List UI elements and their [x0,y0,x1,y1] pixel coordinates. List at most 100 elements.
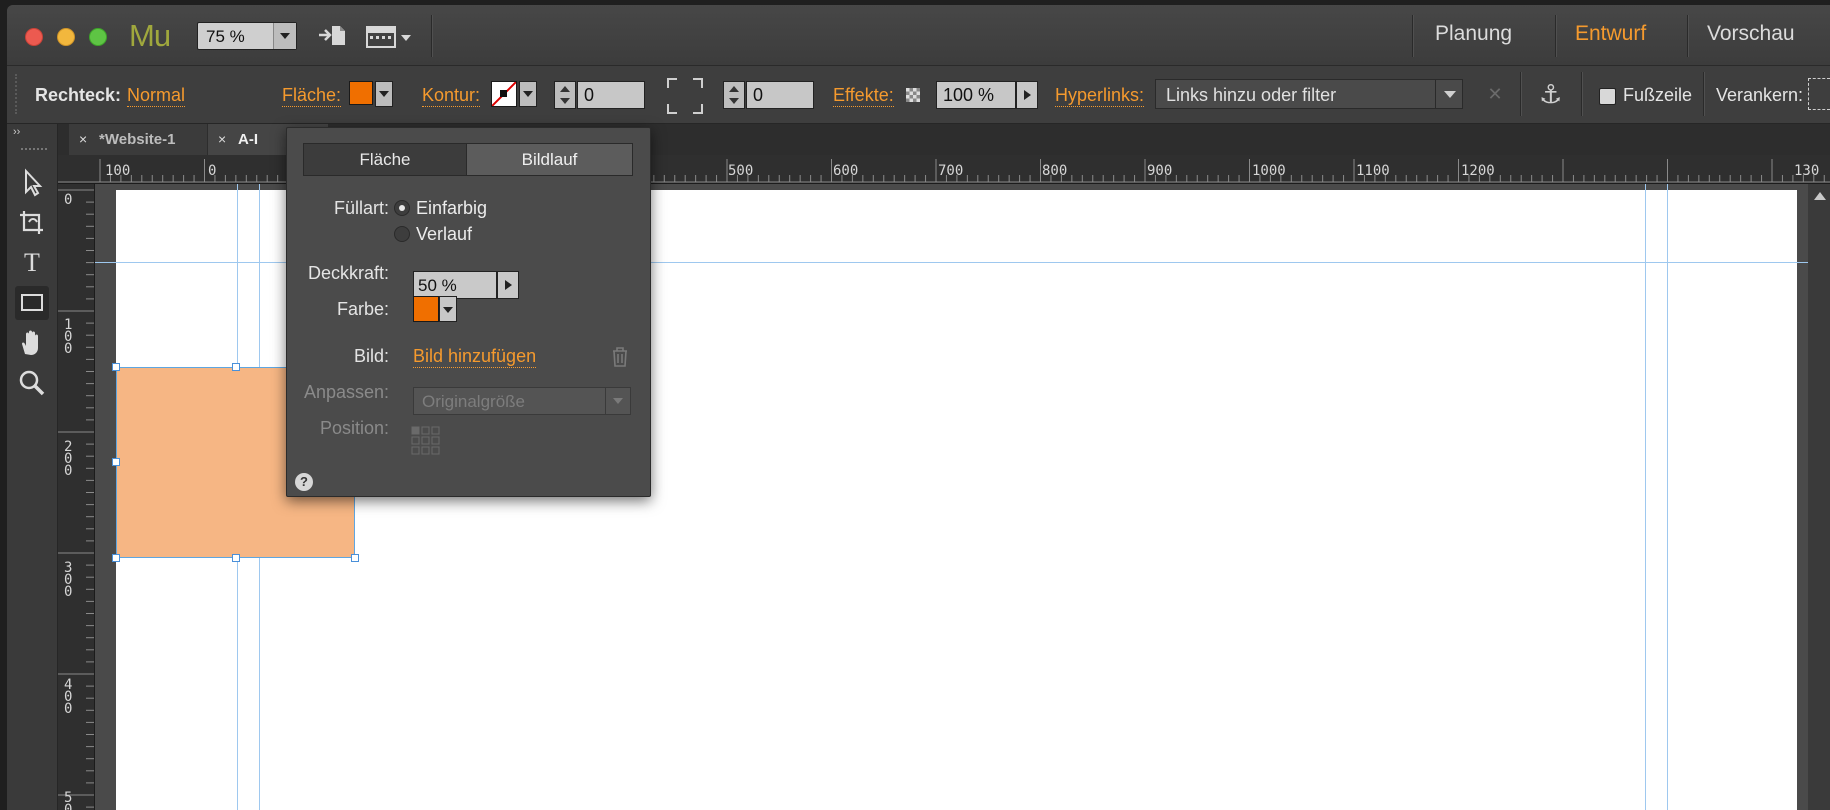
zoom-tool-icon[interactable] [17,368,47,398]
trash-icon[interactable] [611,346,629,368]
anchor-icon[interactable]: ⚓ [1539,79,1562,110]
ruler-label: 0 [64,192,73,208]
fill-solid-label[interactable]: Einfarbig [416,198,487,219]
fit-label: Anpassen: [303,382,389,402]
opacity-label: Deckkraft: [307,263,389,283]
maximize-window-button[interactable] [89,28,107,46]
column-guide [1667,184,1668,810]
fit-value: Originalgröße [422,392,525,411]
fill-popover: Fläche Bildlauf Füllart: Einfarbig Verla… [286,127,651,497]
stroke-width-field[interactable]: 0 [577,81,645,109]
hyperlinks-value: Links hinzu oder filter [1166,85,1337,105]
scroll-up-arrow-icon[interactable] [1808,184,1830,206]
zoom-value: 75 % [206,27,245,46]
resize-handle[interactable] [351,554,359,562]
resize-handle[interactable] [112,458,120,466]
opacity-slider-button[interactable] [497,271,519,299]
effects-link[interactable]: Effekte: [833,85,894,107]
ruler-label: 1200 [1461,163,1495,179]
selection-tool-icon[interactable] [17,168,47,198]
ruler-label: 1 0 0 [64,317,73,357]
place-file-icon[interactable] [317,23,349,49]
object-state-link[interactable]: Normal [127,85,186,107]
corner-radius-stepper[interactable] [723,81,745,109]
fit-select[interactable]: Originalgröße [413,387,631,415]
add-image-link[interactable]: Bild hinzufügen [413,346,537,368]
stroke-color-swatch[interactable] [491,81,517,107]
fill-color-swatch[interactable] [349,81,373,105]
collapse-icon[interactable]: ›› [13,126,20,138]
control-bar: Rechteck: Normal Fläche: Kontur: 0 0 Eff… [7,66,1830,124]
toolbox: ›› T [7,124,58,810]
close-tab-icon[interactable]: × [218,131,226,147]
ruler-label: 500 [728,163,754,179]
ruler-label: 1000 [1252,163,1286,179]
color-dropdown-button[interactable] [439,296,457,322]
grip-handle[interactable] [21,148,47,153]
vertical-scrollbar[interactable] [1808,184,1830,810]
help-icon[interactable]: ? [295,473,313,491]
ruler-label: 4 0 0 [64,677,73,717]
vertical-ruler[interactable]: 0 1 0 0 2 0 0 3 0 0 4 0 0 5 0 [58,184,95,810]
view-options-icon[interactable] [365,23,417,51]
stroke-dropdown-button[interactable] [519,81,537,107]
stroke-width-stepper[interactable] [554,81,576,109]
fill-dropdown-button[interactable] [375,81,393,107]
separator [1687,15,1688,57]
ruler-label: 130 [1794,163,1820,179]
mode-entwurf-tab[interactable]: Entwurf [1575,22,1646,46]
transparency-icon [906,88,920,102]
tab-bildlauf[interactable]: Bildlauf [467,144,632,175]
tab-flaeche[interactable]: Fläche [304,144,467,175]
resize-handle[interactable] [112,363,120,371]
rectangle-tool-icon[interactable] [15,286,49,320]
resize-handle[interactable] [112,554,120,562]
image-label: Bild: [353,346,389,366]
hyperlinks-link[interactable]: Hyperlinks: [1055,85,1145,107]
separator [1703,72,1704,116]
position-grid-icon[interactable] [411,426,441,456]
ruler-label: 600 [833,163,859,179]
ruler-label: 2 0 0 [64,439,73,479]
chevron-down-icon[interactable] [605,388,630,414]
title-bar: Mu 75 % Planung Entwurf Vorschau [7,5,1830,66]
ruler-label: 900 [1147,163,1173,179]
ruler-label: 800 [1042,163,1068,179]
fill-link[interactable]: Fläche: [282,85,342,107]
hyperlinks-select[interactable]: Links hinzu oder filter [1155,79,1463,109]
minimize-window-button[interactable] [57,28,75,46]
ruler-label: 1100 [1356,163,1390,179]
app-logo: Mu [129,18,171,53]
position-label: Position: [319,418,389,438]
chevron-down-icon[interactable] [273,23,296,49]
close-tab-icon[interactable]: × [79,131,87,147]
panel-opacity-field[interactable]: 50 % [413,271,497,299]
clear-icon[interactable]: ✕ [1483,82,1507,106]
resize-handle[interactable] [232,554,240,562]
mode-vorschau-tab[interactable]: Vorschau [1707,22,1795,46]
ruler-label: 100 [105,163,131,179]
opacity-field[interactable]: 100 % [936,81,1016,109]
stroke-link[interactable]: Kontur: [422,85,481,107]
fill-solid-radio[interactable] [394,200,410,216]
fill-gradient-radio[interactable] [394,226,410,242]
close-window-button[interactable] [25,28,43,46]
chevron-down-icon[interactable] [1435,80,1462,108]
grip-handle[interactable] [15,74,21,114]
anchor-grid-icon[interactable] [1808,78,1830,110]
corner-radius-field[interactable]: 0 [746,81,814,109]
ruler-label: 700 [938,163,964,179]
fill-gradient-label[interactable]: Verlauf [416,224,472,245]
fill-color-swatch[interactable] [413,296,439,322]
separator [1520,72,1521,116]
hand-tool-icon[interactable] [17,328,47,358]
resize-handle[interactable] [232,363,240,371]
crop-tool-icon[interactable] [17,208,47,238]
zoom-select[interactable]: 75 % [197,22,297,50]
tab-website-1[interactable]: × *Website-1 [69,124,207,155]
text-tool-icon[interactable]: T [17,248,47,278]
opacity-slider-button[interactable] [1016,81,1038,109]
mode-planung-tab[interactable]: Planung [1435,22,1512,46]
fill-type-label: Füllart: [333,198,389,218]
footer-checkbox[interactable] [1599,88,1616,105]
